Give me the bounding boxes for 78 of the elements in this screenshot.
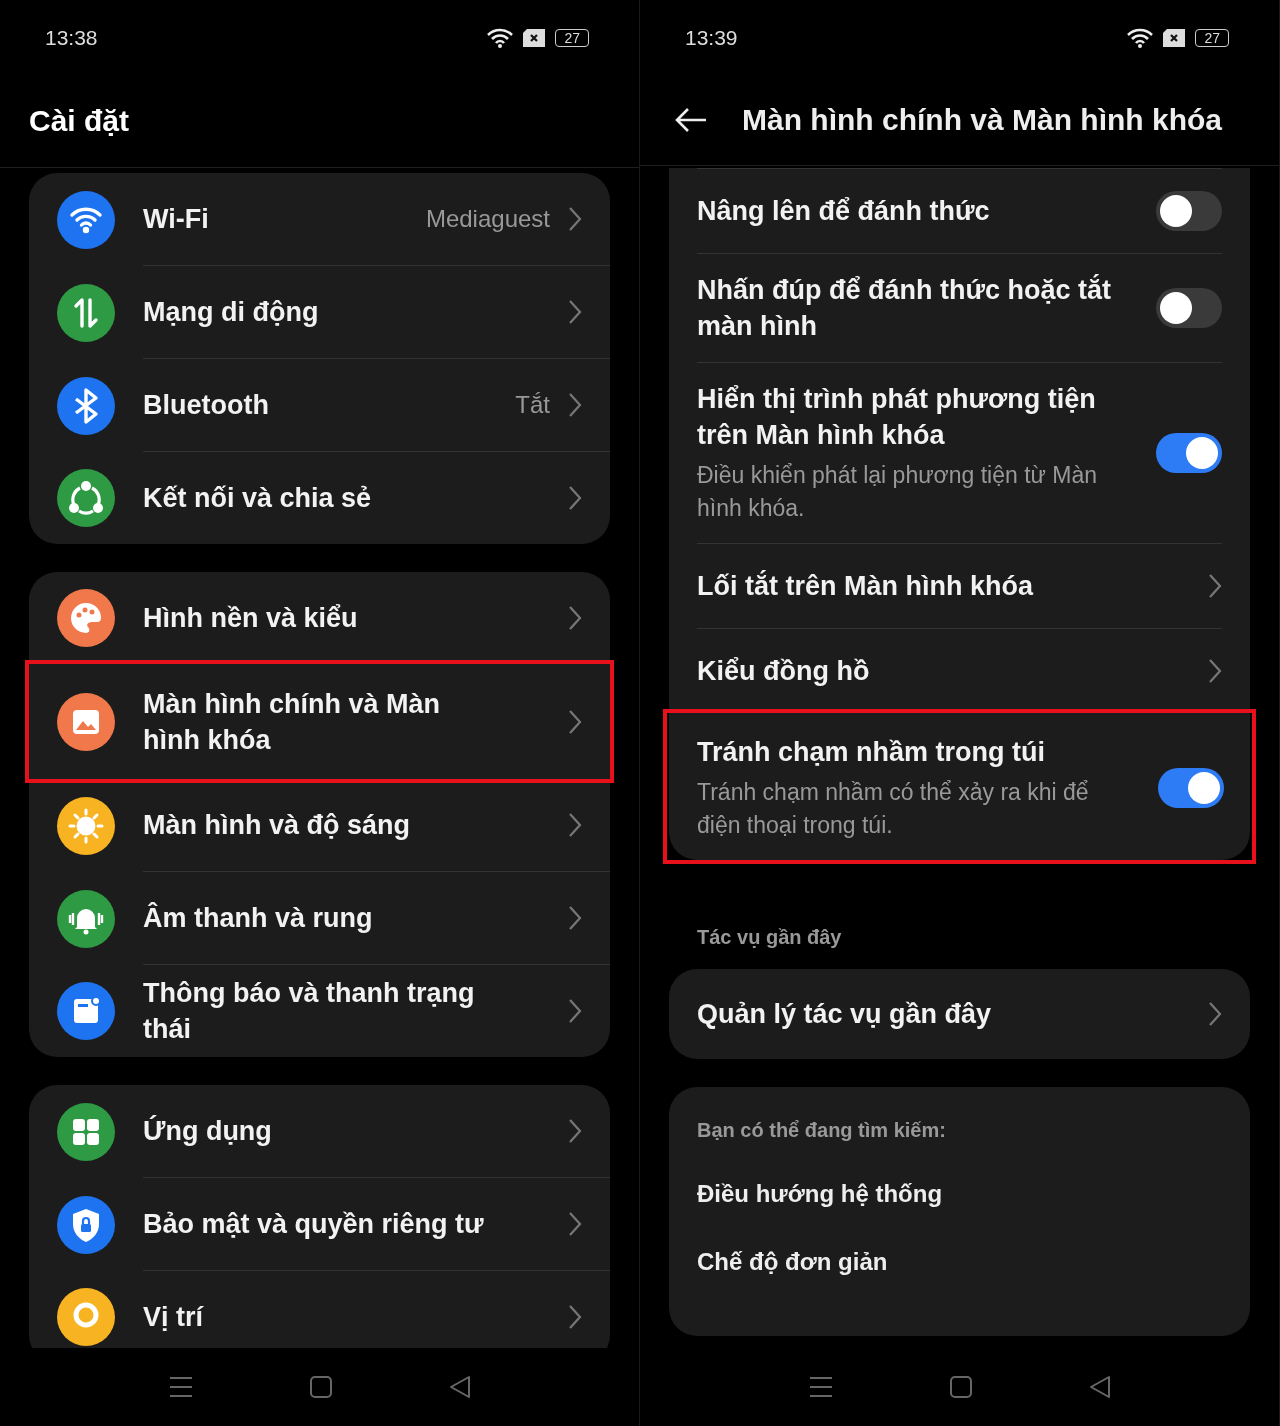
settings-label: Kiểu đồng hồ	[697, 655, 871, 688]
status-time: 13:38	[45, 25, 98, 50]
settings-item[interactable]: Màn hình chính và Màn hình khóa	[29, 664, 610, 779]
settings-item[interactable]: Âm thanh và rung	[29, 872, 610, 965]
toggle-switch[interactable]	[1158, 768, 1224, 808]
settings-label: Mạng di động	[143, 296, 320, 329]
home-icon[interactable]	[309, 1376, 332, 1398]
settings-item[interactable]: Ứng dụng	[29, 1085, 610, 1178]
menu-icon[interactable]	[808, 1376, 833, 1398]
settings-item[interactable]: Mạng di động	[29, 266, 610, 359]
toggle-switch[interactable]	[1156, 191, 1222, 231]
home-icon[interactable]	[949, 1376, 972, 1398]
settings-label: Ứng dụng	[143, 1114, 273, 1148]
chevron-icon	[568, 905, 582, 931]
settings-value: Tắt	[515, 391, 550, 419]
chevron-icon	[568, 299, 582, 325]
chevron-icon	[568, 708, 582, 735]
suggestion-heading: Bạn có thể đang tìm kiếm:	[697, 1119, 947, 1142]
battery-indicator: 27	[555, 28, 589, 47]
settings-item[interactable]: Tránh chạm nhầm trong túi Tránh chạm nhầm có thể xảy ra khi để điện thoại trong túi.	[667, 713, 1252, 860]
page-title: Cài đặt	[29, 104, 130, 138]
chevron-icon	[568, 392, 582, 418]
settings-item[interactable]: Nâng lên để đánh thức	[697, 168, 1222, 253]
section-header: Tác vụ gần đây	[696, 925, 843, 950]
settings-label: Tránh chạm nhầm trong túi	[697, 736, 1047, 769]
settings-label: Hiển thị trình phát phương tiện trên Màn hình khóa	[697, 383, 1097, 452]
suggestion-link[interactable]: Điều hướng hệ thống	[697, 1180, 1222, 1208]
page-title: Màn hình chính và Màn hình khóa	[742, 103, 1222, 137]
settings-label: Nâng lên để đánh thức	[697, 195, 991, 228]
settings-item[interactable]: Kết nối và chia sẻ	[29, 452, 610, 544]
chevron-icon	[1208, 1001, 1222, 1027]
settings-label: Hình nền và kiểu	[143, 602, 359, 635]
toggle-switch[interactable]	[1156, 433, 1222, 473]
settings-label: Bluetooth	[143, 389, 270, 422]
sim-icon	[1163, 28, 1186, 47]
settings-item[interactable]: Kiểu đồng hồ	[697, 628, 1222, 713]
settings-item[interactable]: Bảo mật và quyền riêng tư	[29, 1178, 610, 1271]
menu-icon[interactable]	[168, 1376, 193, 1398]
settings-label: Quản lý tác vụ gần đây	[697, 998, 993, 1031]
settings-label: Lối tắt trên Màn hình khóa	[697, 569, 1035, 603]
settings-item[interactable]: Nhấn đúp để đánh thức hoặc tắt màn hình	[697, 253, 1222, 362]
chevron-icon	[568, 1211, 582, 1237]
settings-description: Tránh chạm nhầm có thể xảy ra khi để điện thoại trong túi.	[697, 778, 1090, 840]
chevron-icon	[568, 1304, 582, 1330]
settings-item[interactable]: Màn hình và độ sáng	[29, 779, 610, 872]
settings-item[interactable]: Bluetooth Tắt	[29, 359, 610, 452]
status-time: 13:39	[685, 25, 738, 50]
settings-label: Màn hình và độ sáng	[143, 809, 412, 842]
chevron-icon	[568, 998, 582, 1024]
settings-item[interactable]: Vị trí	[29, 1271, 610, 1348]
settings-label: Wi-Fi	[143, 203, 210, 236]
chevron-icon	[568, 812, 582, 838]
wifi-icon	[487, 26, 514, 49]
settings-value: Mediaguest	[425, 205, 550, 233]
settings-label: Thông báo và thanh trạng thái	[143, 977, 476, 1046]
battery-indicator: 27	[1195, 28, 1229, 47]
settings-label: Bảo mật và quyền riêng tư	[143, 1208, 485, 1241]
suggestion-link[interactable]: Chế độ đơn giản	[697, 1248, 1222, 1276]
settings-item[interactable]: Thông báo và thanh trạng thái	[29, 965, 610, 1057]
settings-item[interactable]: Hiển thị trình phát phương tiện trên Màn hình khóa Điều khiển phát lại phương tiện từ Màn hình khóa.	[697, 362, 1222, 543]
chevron-icon	[1208, 573, 1222, 599]
settings-item[interactable]: Hình nền và kiểu	[29, 572, 610, 664]
settings-label: Vị trí	[143, 1301, 205, 1334]
settings-label: Màn hình chính và Màn hình khóa	[143, 687, 441, 757]
chevron-icon	[1208, 658, 1222, 684]
toggle-switch[interactable]	[1156, 288, 1222, 328]
chevron-icon	[568, 206, 582, 232]
settings-description: Điều khiển phát lại phương tiện từ Màn hình khóa.	[697, 461, 1099, 523]
settings-label: Âm thanh và rung	[143, 901, 374, 935]
chevron-icon	[568, 485, 582, 511]
settings-item[interactable]: Wi-Fi Mediaguest	[29, 173, 610, 266]
settings-label: Kết nối và chia sẻ	[143, 482, 373, 515]
sim-icon	[523, 28, 546, 47]
chevron-icon	[568, 605, 582, 631]
settings-item[interactable]: Lối tắt trên Màn hình khóa	[697, 543, 1222, 628]
chevron-icon	[568, 1118, 582, 1144]
wifi-icon	[1127, 26, 1154, 49]
settings-label: Nhấn đúp để đánh thức hoặc tắt màn hình	[697, 273, 1113, 343]
